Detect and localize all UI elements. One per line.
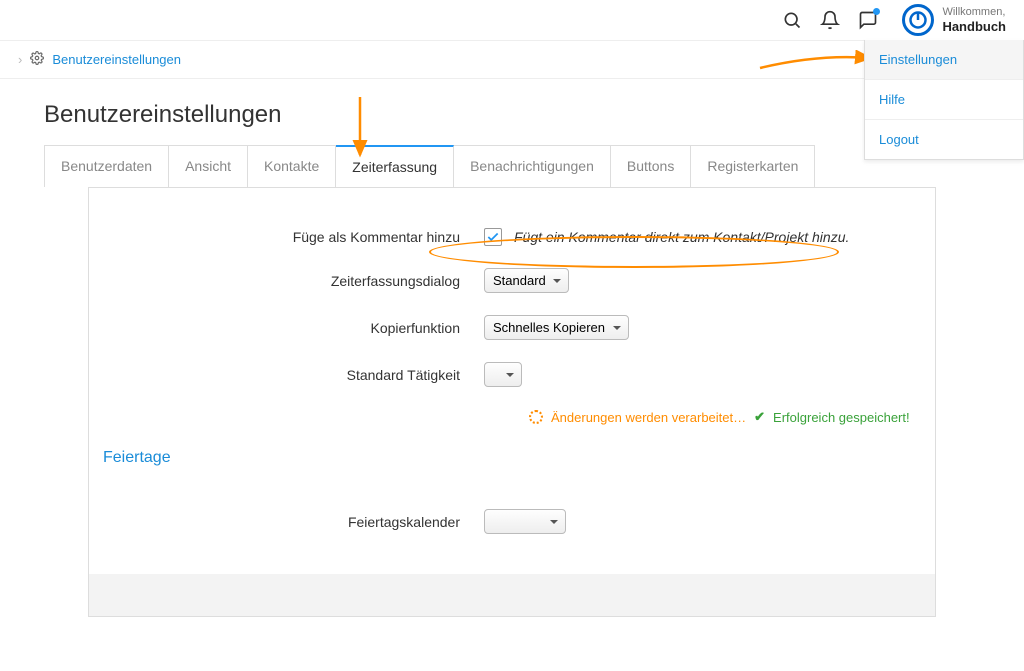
label-copy: Kopierfunktion	[89, 320, 484, 336]
user-account-block[interactable]: Willkommen, Handbuch	[902, 4, 1006, 36]
label-activity: Standard Tätigkeit	[89, 367, 484, 383]
select-dialog[interactable]: Standard	[484, 268, 569, 293]
search-icon[interactable]	[782, 10, 802, 30]
check-icon: ✔	[754, 409, 765, 425]
label-dialog: Zeiterfassungsdialog	[89, 273, 484, 289]
tab-benachrichtigungen[interactable]: Benachrichtigungen	[454, 146, 611, 187]
welcome-username: Handbuch	[942, 19, 1006, 34]
breadcrumb-link[interactable]: Benutzereinstellungen	[52, 52, 181, 67]
chat-icon[interactable]	[858, 10, 878, 30]
tab-kontakte[interactable]: Kontakte	[248, 146, 336, 187]
select-activity[interactable]	[484, 362, 522, 387]
panel-footer	[89, 574, 935, 616]
tab-buttons[interactable]: Buttons	[611, 146, 691, 187]
bell-icon[interactable]	[820, 10, 840, 30]
chevron-right-icon: ›	[18, 52, 22, 67]
menu-item-settings[interactable]: Einstellungen	[865, 40, 1023, 80]
label-add-as-comment: Füge als Kommentar hinzu	[89, 229, 484, 245]
settings-panel: Füge als Kommentar hinzu Fügt ein Kommen…	[88, 187, 936, 617]
section-feiertage: Feiertage	[89, 443, 935, 483]
label-holiday-calendar: Feiertagskalender	[89, 514, 484, 530]
spinner-icon	[529, 410, 543, 424]
menu-item-help[interactable]: Hilfe	[865, 80, 1023, 120]
avatar	[902, 4, 934, 36]
gear-icon	[30, 51, 44, 68]
tabs: Benutzerdaten Ansicht Kontakte Zeiterfas…	[44, 145, 815, 187]
tab-zeiterfassung[interactable]: Zeiterfassung	[336, 145, 454, 187]
checkbox-add-as-comment[interactable]	[484, 228, 502, 246]
tab-registerkarten[interactable]: Registerkarten	[691, 146, 814, 187]
select-holiday-calendar[interactable]	[484, 509, 566, 534]
chat-notification-dot	[873, 8, 880, 15]
tab-ansicht[interactable]: Ansicht	[169, 146, 248, 187]
tab-benutzerdaten[interactable]: Benutzerdaten	[45, 146, 169, 187]
status-saved: Erfolgreich gespeichert!	[773, 410, 910, 425]
hint-add-as-comment: Fügt ein Kommentar direkt zum Kontakt/Pr…	[514, 229, 849, 245]
select-copy[interactable]: Schnelles Kopieren	[484, 315, 629, 340]
user-dropdown-menu: Einstellungen Hilfe Logout	[864, 40, 1024, 160]
menu-item-logout[interactable]: Logout	[865, 120, 1023, 159]
welcome-label: Willkommen,	[942, 6, 1006, 19]
status-processing: Änderungen werden verarbeitet…	[551, 410, 746, 425]
